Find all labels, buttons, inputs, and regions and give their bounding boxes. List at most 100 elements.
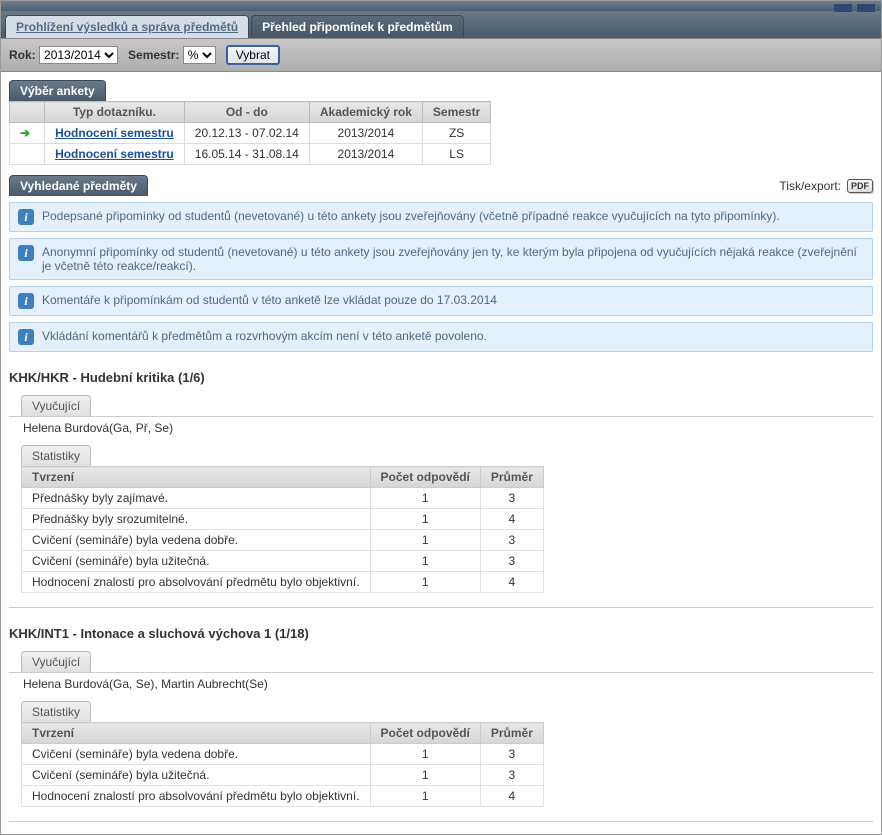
info-icon: i (18, 293, 34, 309)
stmt: Přednášky byly zajímavé. (22, 488, 371, 509)
stats-row: Přednášky byly srozumitelné.14 (22, 509, 544, 530)
survey-link[interactable]: Hodnocení semestru (55, 147, 174, 161)
survey-sem: LS (422, 144, 490, 165)
info-box: i Anonymní připomínky od studentů (nevet… (9, 238, 873, 280)
col-type: Typ dotazníku. (45, 102, 185, 123)
semester-label: Semestr: (128, 48, 179, 62)
window-control-icon[interactable] (857, 4, 875, 12)
avg: 3 (480, 744, 543, 765)
survey-year: 2013/2014 (309, 144, 422, 165)
survey-row: Hodnocení semestru 16.05.14 - 31.08.14 2… (10, 144, 491, 165)
course-title: KHK/INT1 - Intonace a sluchová výchova 1… (9, 626, 873, 641)
cnt: 1 (370, 765, 480, 786)
avg: 4 (480, 572, 543, 593)
app-window: Prohlížení výsledků a správa předmětů Př… (0, 0, 882, 835)
survey-year: 2013/2014 (309, 123, 422, 144)
stats-table: Tvrzení Počet odpovědí Průměr Přednášky … (21, 466, 544, 593)
survey-period: 20.12.13 - 07.02.14 (184, 123, 309, 144)
survey-header-row: Typ dotazníku. Od - do Akademický rok Se… (10, 102, 491, 123)
survey-section-title: Výběr ankety (9, 80, 106, 101)
survey-period: 16.05.14 - 31.08.14 (184, 144, 309, 165)
cnt: 1 (370, 551, 480, 572)
submit-button[interactable]: Vybrat (226, 45, 280, 65)
year-select[interactable]: 2013/2014 (39, 46, 118, 64)
col-avg: Průměr (480, 467, 543, 488)
col-period: Od - do (184, 102, 309, 123)
filter-bar: Rok: 2013/2014 Semestr: % Vybrat (1, 38, 881, 72)
window-header (1, 1, 881, 11)
col-count: Počet odpovědí (370, 467, 480, 488)
separator (9, 821, 873, 822)
stats-tab: Statistiky (21, 445, 91, 466)
main-tabs: Prohlížení výsledků a správa předmětů Př… (1, 11, 881, 38)
info-icon: i (18, 329, 34, 345)
survey-sem: ZS (422, 123, 490, 144)
cnt: 1 (370, 530, 480, 551)
found-header-row: Vyhledané předměty Tisk/export: PDF (9, 175, 873, 196)
avg: 4 (480, 509, 543, 530)
stats-row: Hodnocení znalostí pro absolvování předm… (22, 786, 544, 807)
col-count: Počet odpovědí (370, 723, 480, 744)
stats-row: Cvičení (semináře) byla užitečná.13 (22, 765, 544, 786)
avg: 3 (480, 530, 543, 551)
survey-table: Typ dotazníku. Od - do Akademický rok Se… (9, 101, 491, 165)
stats-row: Přednášky byly zajímavé.13 (22, 488, 544, 509)
stmt: Hodnocení znalostí pro absolvování předm… (22, 572, 371, 593)
teachers-list: Helena Burdová(Ga, Př, Se) (9, 416, 873, 439)
cnt: 1 (370, 572, 480, 593)
info-text: Anonymní připomínky od studentů (nevetov… (42, 245, 864, 273)
teachers-tab: Vyučující (21, 395, 91, 416)
stmt: Cvičení (semináře) byla užitečná. (22, 765, 371, 786)
cnt: 1 (370, 786, 480, 807)
tab-comments-overview[interactable]: Přehled připomínek k předmětům (251, 15, 464, 38)
stmt: Cvičení (semináře) byla užitečná. (22, 551, 371, 572)
stats-row: Cvičení (semináře) byla vedena dobře.13 (22, 530, 544, 551)
window-control-icon[interactable] (834, 4, 852, 12)
course-title: KHK/HKR - Hudební kritika (1/6) (9, 370, 873, 385)
row-selected-cell: ➔ (10, 123, 45, 144)
info-text: Komentáře k připomínkám od studentů v té… (42, 293, 497, 307)
course-block: KHK/HKR - Hudební kritika (1/6) Vyučujíc… (9, 370, 873, 593)
info-box: i Vkládání komentářů k předmětům a rozvr… (9, 322, 873, 352)
info-text: Vkládání komentářů k předmětům a rozvrho… (42, 329, 487, 343)
info-box: i Komentáře k připomínkám od studentů v … (9, 286, 873, 316)
avg: 3 (480, 488, 543, 509)
stmt: Přednášky byly srozumitelné. (22, 509, 371, 530)
separator (9, 607, 873, 608)
teachers-tab: Vyučující (21, 651, 91, 672)
stmt: Cvičení (semináře) byla vedena dobře. (22, 530, 371, 551)
pdf-export-icon[interactable]: PDF (847, 179, 873, 193)
content: Výběr ankety Typ dotazníku. Od - do Akad… (1, 72, 881, 834)
info-icon: i (18, 209, 34, 225)
col-statement: Tvrzení (22, 467, 371, 488)
col-avg: Průměr (480, 723, 543, 744)
stats-row: Hodnocení znalostí pro absolvování předm… (22, 572, 544, 593)
stmt: Cvičení (semináře) byla vedena dobře. (22, 744, 371, 765)
survey-link[interactable]: Hodnocení semestru (55, 126, 174, 140)
cnt: 1 (370, 488, 480, 509)
arrow-right-icon: ➔ (20, 126, 34, 140)
info-text: Podepsané připomínky od studentů (neveto… (42, 209, 780, 223)
cnt: 1 (370, 744, 480, 765)
stats-tab: Statistiky (21, 701, 91, 722)
stmt: Hodnocení znalostí pro absolvování předm… (22, 786, 371, 807)
stats-row: Cvičení (semináře) byla vedena dobře.13 (22, 744, 544, 765)
avg: 4 (480, 786, 543, 807)
semester-select[interactable]: % (183, 46, 216, 64)
export-label: Tisk/export: (779, 179, 841, 193)
avg: 3 (480, 551, 543, 572)
found-section-title: Vyhledané předměty (9, 175, 148, 196)
info-icon: i (18, 245, 34, 261)
year-label: Rok: (9, 48, 36, 62)
avg: 3 (480, 765, 543, 786)
tab-results[interactable]: Prohlížení výsledků a správa předmětů (5, 15, 249, 38)
teachers-list: Helena Burdová(Ga, Se), Martin Aubrecht(… (9, 672, 873, 695)
info-box: i Podepsané připomínky od studentů (neve… (9, 202, 873, 232)
col-year: Akademický rok (309, 102, 422, 123)
stats-table: Tvrzení Počet odpovědí Průměr Cvičení (s… (21, 722, 544, 807)
col-statement: Tvrzení (22, 723, 371, 744)
stats-row: Cvičení (semináře) byla užitečná.13 (22, 551, 544, 572)
cnt: 1 (370, 509, 480, 530)
course-block: KHK/INT1 - Intonace a sluchová výchova 1… (9, 626, 873, 807)
col-sem: Semestr (422, 102, 490, 123)
